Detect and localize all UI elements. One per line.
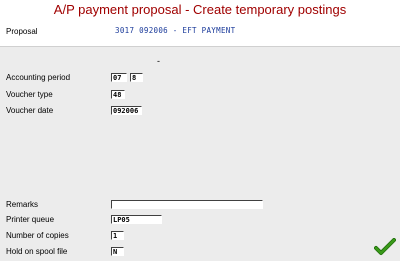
ok-button[interactable] bbox=[374, 238, 396, 256]
proposal-label: Proposal bbox=[6, 27, 38, 36]
voucher-date-field[interactable]: 092006 bbox=[111, 106, 142, 115]
proposal-value: 3017 092006 - EFT PAYMENT bbox=[115, 26, 236, 35]
hold-on-spool-file-label: Hold on spool file bbox=[6, 247, 68, 256]
voucher-type-label: Voucher type bbox=[6, 90, 53, 99]
accounting-year-field[interactable]: 07 bbox=[111, 73, 127, 82]
remarks-field[interactable] bbox=[111, 200, 263, 209]
printer-queue-label: Printer queue bbox=[6, 215, 55, 224]
proposal-header: Proposal 3017 092006 - EFT PAYMENT bbox=[0, 20, 400, 47]
number-of-copies-field[interactable]: 1 bbox=[111, 231, 124, 240]
voucher-date-label: Voucher date bbox=[6, 106, 54, 115]
separator-dash: - bbox=[157, 56, 160, 66]
green-checkmark-icon bbox=[374, 238, 396, 255]
hold-on-spool-file-field[interactable]: N bbox=[111, 247, 124, 256]
number-of-copies-label: Number of copies bbox=[6, 231, 69, 240]
window-title-bar: A/P payment proposal - Create temporary … bbox=[0, 0, 400, 21]
voucher-type-field[interactable]: 48 bbox=[111, 90, 125, 99]
remarks-label: Remarks bbox=[6, 200, 39, 209]
accounting-period-field[interactable]: 8 bbox=[130, 73, 143, 82]
window-title: A/P payment proposal - Create temporary … bbox=[53, 2, 347, 17]
printer-queue-field[interactable]: LP05 bbox=[111, 215, 162, 224]
accounting-period-label: Accounting period bbox=[6, 73, 71, 82]
